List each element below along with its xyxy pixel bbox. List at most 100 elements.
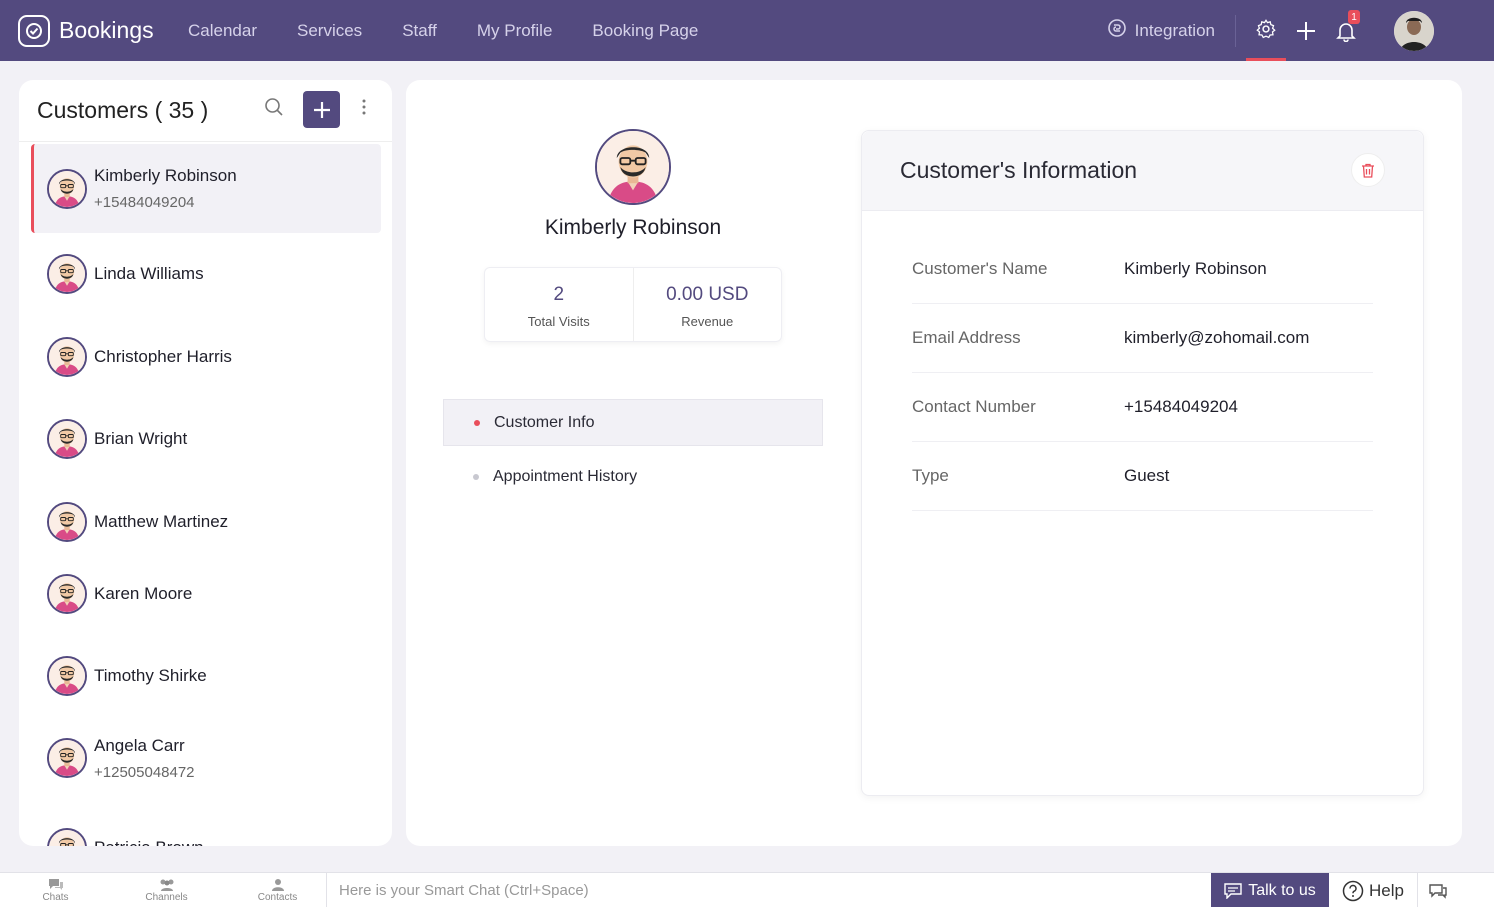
more-options-icon[interactable] [360, 99, 368, 120]
customer-avatar [47, 828, 87, 846]
nav-my-profile[interactable]: My Profile [477, 21, 553, 41]
customer-list-item[interactable]: Matthew Martinez [31, 502, 381, 542]
customer-phone: +15484049204 [94, 194, 195, 211]
customer-name: Matthew Martinez [94, 512, 229, 531]
revenue-value: 0.00 USD [666, 284, 749, 305]
integration-icon [1107, 18, 1127, 43]
customer-name: Angela Carr [94, 735, 185, 755]
customer-list-item[interactable]: Timothy Shirke [31, 656, 381, 696]
customer-list-item[interactable]: Linda Williams [31, 254, 381, 294]
add-icon[interactable] [1286, 0, 1326, 61]
channels-icon [160, 879, 173, 891]
customers-title: Customers ( 35 ) [37, 97, 209, 123]
profile-name: Kimberly Robinson [544, 216, 722, 239]
profile-avatar [595, 129, 671, 205]
delete-customer-button[interactable] [1351, 153, 1385, 187]
contacts-icon [271, 878, 284, 891]
talk-to-us-label: Talk to us [1248, 881, 1316, 899]
total-visits-stat: 2 Total Visits [485, 268, 633, 341]
info-row-email: Email Address kimberly@zohomail.com [912, 304, 1373, 373]
chat-bubble-icon [1224, 882, 1242, 899]
customer-name: Karen Moore [94, 584, 193, 603]
customer-list-item[interactable]: Karen Moore [31, 574, 381, 614]
channels-label: Channels [145, 891, 188, 903]
tab-appointment-history[interactable]: Appointment History [443, 453, 823, 500]
customer-avatar [47, 168, 87, 209]
integration-link[interactable]: Integration [1107, 14, 1236, 47]
revenue-stat: 0.00 USD Revenue [632, 268, 782, 341]
settings-icon[interactable] [1246, 0, 1286, 61]
add-customer-button[interactable] [303, 91, 340, 128]
customer-avatar [47, 656, 87, 696]
customer-name: Linda Williams [94, 264, 204, 283]
customer-list-item[interactable]: Brian Wright [31, 419, 381, 459]
integration-label: Integration [1134, 20, 1215, 40]
customer-list-item[interactable]: Christopher Harris [31, 337, 381, 377]
talk-to-us-button[interactable]: Talk to us [1211, 873, 1329, 907]
nav-booking-page[interactable]: Booking Page [592, 21, 698, 41]
info-value: Kimberly Robinson [1124, 259, 1267, 278]
help-button[interactable]: Help [1342, 873, 1404, 907]
info-label: Customer's Name [912, 259, 1048, 278]
topbar-actions: Integration 1 [1107, 0, 1494, 61]
customer-avatar [47, 738, 87, 778]
info-label: Email Address [912, 328, 1021, 347]
notification-badge: 1 [1348, 10, 1360, 24]
chats-label: Chats [42, 891, 69, 903]
customer-avatar [47, 254, 87, 294]
customer-list-item[interactable]: Patricia Brown [31, 828, 381, 846]
smart-chat-input[interactable]: Here is your Smart Chat (Ctrl+Space) [326, 873, 1210, 907]
contacts-button[interactable]: Contacts [222, 878, 333, 903]
tab-label: Appointment History [493, 467, 638, 485]
total-visits-label: Total Visits [527, 314, 590, 329]
info-value: +15484049204 [1124, 397, 1238, 416]
info-card-header: Customer's Information [862, 131, 1423, 211]
nav-calendar[interactable]: Calendar [188, 21, 257, 41]
info-label: Contact Number [912, 397, 1036, 416]
customer-name: Patricia Brown [94, 838, 204, 846]
chats-icon [48, 878, 63, 890]
info-value: Guest [1124, 466, 1170, 485]
info-value: kimberly@zohomail.com [1124, 328, 1310, 347]
customer-name: Timothy Shirke [94, 666, 207, 685]
customer-information-card: Customer's Information Customer's Name K… [861, 130, 1424, 796]
channels-button[interactable]: Channels [111, 878, 222, 903]
customer-phone: +12505048472 [94, 763, 195, 781]
top-navigation-bar: Bookings Calendar Services Staff My Prof… [0, 0, 1494, 61]
nav-services[interactable]: Services [297, 21, 362, 41]
help-label: Help [1369, 880, 1404, 900]
customers-header: Customers ( 35 ) [19, 80, 392, 142]
customer-avatar [47, 337, 87, 377]
customer-avatar [47, 419, 87, 459]
customers-panel: Customers ( 35 ) Kimberly Robinson +15484… [19, 80, 392, 846]
info-label: Type [912, 466, 949, 485]
info-card-title: Customer's Information [900, 157, 1138, 183]
bookings-logo-icon [18, 14, 50, 47]
brand[interactable]: Bookings [18, 14, 188, 47]
info-row-name: Customer's Name Kimberly Robinson [912, 235, 1373, 304]
app-title: Bookings [59, 17, 154, 43]
customer-name: Christopher Harris [94, 347, 232, 366]
tab-label: Customer Info [494, 413, 595, 431]
notification-bell-icon[interactable]: 1 [1326, 0, 1366, 61]
smart-chat-bar: Chats Channels Contacts Here is your Sma… [0, 872, 1494, 907]
inactive-dot-icon [473, 473, 479, 480]
customer-avatar [47, 574, 87, 614]
user-avatar[interactable] [1394, 10, 1434, 51]
customer-list-item[interactable]: Kimberly Robinson +15484049204 [31, 144, 381, 233]
search-icon[interactable] [263, 96, 285, 123]
info-row-contact: Contact Number +15484049204 [912, 373, 1373, 442]
total-visits-value: 2 [553, 284, 565, 305]
nav-staff[interactable]: Staff [402, 21, 437, 41]
customer-name: Brian Wright [94, 429, 188, 448]
customer-detail-panel: Kimberly Robinson 2 Total Visits 0.00 US… [406, 80, 1462, 846]
help-icon [1342, 880, 1364, 901]
customers-actions [263, 91, 368, 128]
active-dot-icon [474, 419, 480, 426]
contacts-label: Contacts [257, 891, 298, 903]
chats-button[interactable]: Chats [0, 878, 111, 903]
chat-panel-icon[interactable] [1417, 873, 1457, 907]
customer-list-item[interactable]: Angela Carr +12505048472 [31, 728, 381, 788]
tab-customer-info[interactable]: Customer Info [443, 399, 823, 446]
customer-name: Kimberly Robinson [94, 166, 237, 185]
